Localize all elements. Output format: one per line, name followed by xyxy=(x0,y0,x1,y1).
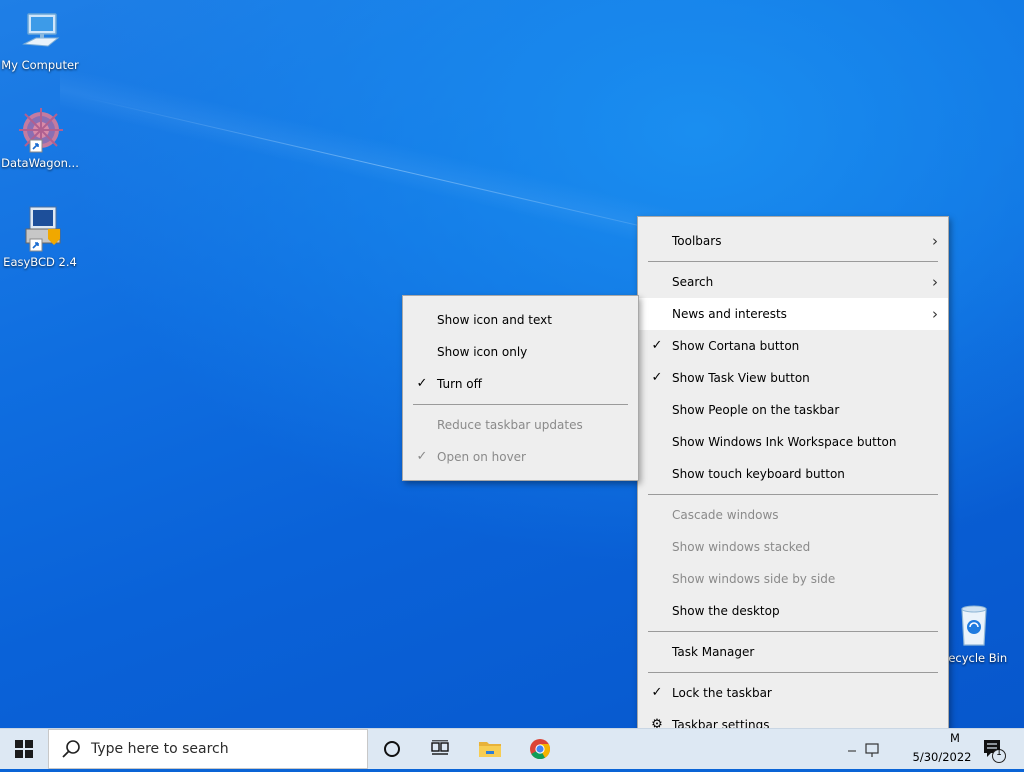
search-placeholder: Type here to search xyxy=(91,741,229,757)
menu-item-label: Cascade windows xyxy=(672,508,779,522)
menu-item-label: Show icon only xyxy=(437,345,528,359)
menu-item-label: Show icon and text xyxy=(437,313,552,327)
chrome-icon xyxy=(530,739,551,760)
menu-item-label: News and interests xyxy=(672,307,787,321)
submenu-item-turn-off[interactable]: ✓ Turn off xyxy=(403,368,638,400)
search-icon xyxy=(62,740,80,758)
menu-item-label: Show windows side by side xyxy=(672,572,836,586)
task-view-icon xyxy=(431,740,449,755)
menu-item-show-task-view-button[interactable]: ✓ Show Task View button xyxy=(638,362,948,394)
desktop-icon-easybcd[interactable]: EasyBCD 2.4 xyxy=(0,205,80,269)
computer-icon xyxy=(16,8,64,56)
menu-separator xyxy=(648,261,938,262)
menu-item-label: Turn off xyxy=(437,377,482,391)
chrome-button[interactable] xyxy=(516,729,564,769)
menu-item-show-touch-keyboard[interactable]: Show touch keyboard button xyxy=(638,458,948,490)
menu-item-show-windows-stacked: Show windows stacked xyxy=(638,531,948,563)
menu-item-label: Search xyxy=(672,275,714,289)
menu-item-news-and-interests[interactable]: News and interests › xyxy=(638,298,948,330)
checkmark-icon: ✓ xyxy=(651,370,663,385)
menu-item-label: Open on hover xyxy=(437,450,526,464)
desktop-icon-datawagon[interactable]: DataWagon... xyxy=(0,106,80,170)
menu-item-show-windows-side-by-side: Show windows side by side xyxy=(638,563,948,595)
menu-item-lock-the-taskbar[interactable]: ✓ Lock the taskbar xyxy=(638,677,948,709)
menu-item-cascade-windows: Cascade windows xyxy=(638,499,948,531)
desktop-icon-my-computer[interactable]: My Computer xyxy=(0,8,80,72)
menu-item-label: Show the desktop xyxy=(672,604,780,618)
file-explorer-icon xyxy=(479,742,501,757)
menu-separator xyxy=(648,631,938,632)
desktop-icon-label: EasyBCD 2.4 xyxy=(3,255,77,269)
checkmark-icon: ✓ xyxy=(651,338,663,353)
action-center-button[interactable]: 1 xyxy=(976,729,1016,769)
menu-item-label: Task Manager xyxy=(672,645,755,659)
chevron-right-icon: › xyxy=(932,305,938,323)
easybcd-icon xyxy=(16,205,64,253)
submenu-item-show-icon-and-text[interactable]: Show icon and text xyxy=(403,304,638,336)
clock-time: M xyxy=(950,731,960,745)
menu-item-label: Toolbars xyxy=(672,234,722,248)
menu-item-show-people[interactable]: Show People on the taskbar xyxy=(638,394,948,426)
cortana-icon xyxy=(384,741,400,757)
menu-item-label: Show Windows Ink Workspace button xyxy=(672,435,897,449)
clock[interactable]: M 5/30/2022 xyxy=(912,729,972,769)
system-tray-icons[interactable] xyxy=(846,729,896,769)
submenu-item-open-on-hover: ✓ Open on hover xyxy=(403,441,638,473)
menu-item-task-manager[interactable]: Task Manager xyxy=(638,636,948,668)
menu-item-show-ink-workspace[interactable]: Show Windows Ink Workspace button xyxy=(638,426,948,458)
network-icon xyxy=(848,743,879,757)
menu-item-label: Show People on the taskbar xyxy=(672,403,840,417)
menu-item-label: Show Cortana button xyxy=(672,339,800,353)
menu-item-label: Lock the taskbar xyxy=(672,686,772,700)
checkmark-icon: ✓ xyxy=(651,685,663,700)
taskbar[interactable]: Type here to search M 5/30/2022 1 xyxy=(0,728,1024,769)
recycle-bin-icon xyxy=(950,601,998,649)
menu-item-search[interactable]: Search › xyxy=(638,266,948,298)
desktop-icon-label: My Computer xyxy=(1,58,79,72)
cortana-button[interactable] xyxy=(368,729,416,769)
news-and-interests-submenu: Show icon and text Show icon only ✓ Turn… xyxy=(402,295,639,481)
task-view-button[interactable] xyxy=(416,729,464,769)
submenu-item-reduce-taskbar-updates: Reduce taskbar updates xyxy=(403,409,638,441)
start-button[interactable] xyxy=(0,729,48,769)
checkmark-icon: ✓ xyxy=(416,449,428,464)
menu-item-show-the-desktop[interactable]: Show the desktop xyxy=(638,595,948,627)
taskbar-context-menu: Toolbars › Search › News and interests ›… xyxy=(637,216,949,748)
menu-separator xyxy=(413,404,628,405)
menu-item-label: Reduce taskbar updates xyxy=(437,418,583,432)
menu-item-label: Show Task View button xyxy=(672,371,810,385)
checkmark-icon: ✓ xyxy=(416,376,428,391)
taskbar-search-box[interactable]: Type here to search xyxy=(48,729,368,769)
submenu-item-show-icon-only[interactable]: Show icon only xyxy=(403,336,638,368)
menu-item-label: Show touch keyboard button xyxy=(672,467,845,481)
file-explorer-button[interactable] xyxy=(466,729,514,769)
desktop-icon-label: DataWagon... xyxy=(1,156,79,170)
menu-separator xyxy=(648,494,938,495)
menu-item-show-cortana-button[interactable]: ✓ Show Cortana button xyxy=(638,330,948,362)
datawagon-icon xyxy=(16,106,64,154)
windows-logo-icon xyxy=(15,740,33,758)
notification-count: 1 xyxy=(996,748,1002,758)
menu-separator xyxy=(648,672,938,673)
chevron-right-icon: › xyxy=(932,273,938,291)
chevron-right-icon: › xyxy=(932,232,938,250)
menu-item-label: Show windows stacked xyxy=(672,540,811,554)
menu-item-toolbars[interactable]: Toolbars › xyxy=(638,225,948,257)
clock-date: 5/30/2022 xyxy=(912,750,972,764)
